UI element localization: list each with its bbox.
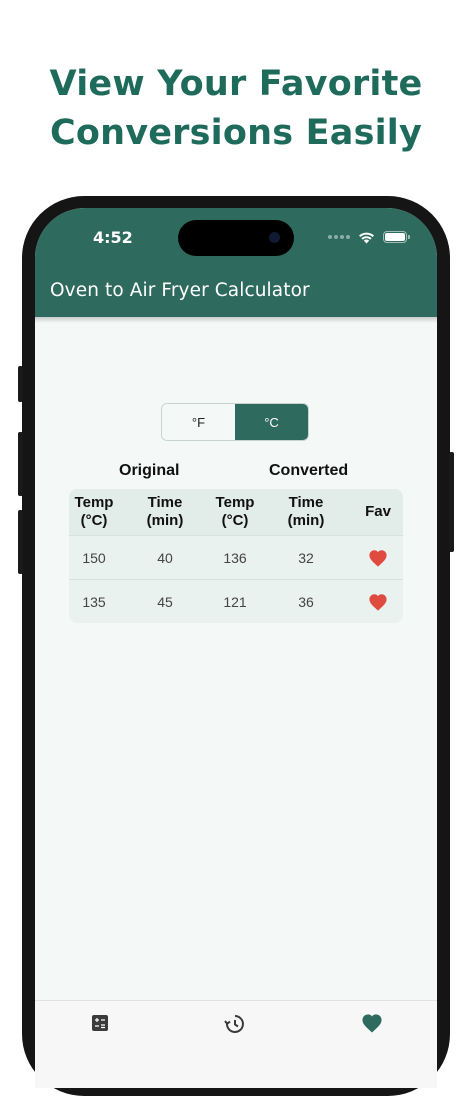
original-temp-cell: 135 <box>82 593 106 610</box>
original-group-header: Original <box>119 462 180 479</box>
phone-action-button <box>18 366 23 402</box>
bottom-navigation <box>35 1000 437 1088</box>
status-time: 4:52 <box>93 228 133 247</box>
phone-power-button <box>449 452 454 552</box>
favorites-table: Temp (°C) Time (min) Temp (°C) Time (min) Fa… <box>69 489 403 623</box>
status-icons <box>328 230 410 244</box>
column-header-converted-temp: Temp (°C) <box>215 494 255 529</box>
app-bar: 4:52 Oven to Air Fryer Calculator <box>35 208 437 317</box>
converted-temp-cell: 136 <box>223 549 247 566</box>
promo-headline: View Your Favorite Conversions Easily <box>0 60 472 158</box>
column-header-original-time: Time (min) <box>146 494 184 529</box>
unit-toggle-celsius[interactable]: °C <box>235 404 308 440</box>
column-header-fav: Fav <box>365 503 391 520</box>
table-group-headers: Original Converted <box>69 462 403 484</box>
phone-volume-down-button <box>18 510 23 574</box>
phone-volume-up-button <box>18 432 23 496</box>
history-icon[interactable] <box>224 1013 246 1035</box>
favorite-toggle[interactable] <box>353 580 403 623</box>
dynamic-island <box>178 220 294 256</box>
column-header-converted-time: Time (min) <box>287 494 325 529</box>
calculator-icon[interactable] <box>90 1013 110 1033</box>
original-temp-cell: 150 <box>82 549 106 566</box>
promo-headline-line2: Conversions Easily <box>49 113 423 153</box>
converted-temp-cell: 121 <box>223 593 247 610</box>
table-row: 150 40 136 32 <box>69 535 403 579</box>
app-bar-shadow <box>35 317 437 323</box>
original-time-cell: 45 <box>157 593 173 610</box>
promo-headline-line1: View Your Favorite <box>49 64 423 104</box>
heart-icon[interactable] <box>368 549 388 567</box>
unit-toggle: °F °C <box>161 403 309 441</box>
app-title: Oven to Air Fryer Calculator <box>50 280 310 301</box>
unit-toggle-fahrenheit[interactable]: °F <box>162 404 235 440</box>
battery-icon <box>383 231 410 243</box>
converted-group-header: Converted <box>269 462 349 479</box>
favorite-toggle[interactable] <box>353 536 403 579</box>
table-row: 135 45 121 36 <box>69 579 403 623</box>
phone-screen: 4:52 Oven to Air Fryer Calculator °F °C … <box>35 208 437 1088</box>
wifi-icon <box>359 232 374 243</box>
converted-time-cell: 36 <box>298 593 314 610</box>
cellular-signal-icon <box>328 235 350 239</box>
column-header-original-temp: Temp (°C) <box>74 494 114 529</box>
converted-time-cell: 32 <box>298 549 314 566</box>
heart-icon[interactable] <box>368 593 388 611</box>
original-time-cell: 40 <box>157 549 173 566</box>
favorites-nav-heart-icon[interactable] <box>361 1013 383 1033</box>
front-camera-icon <box>269 232 280 243</box>
table-header-row: Temp (°C) Time (min) Temp (°C) Time (min) Fa… <box>69 489 403 535</box>
